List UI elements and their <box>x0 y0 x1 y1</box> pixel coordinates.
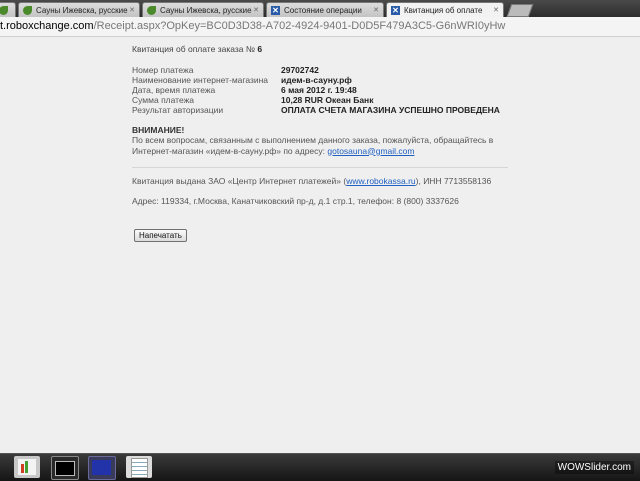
close-icon[interactable]: ✕ <box>492 6 500 14</box>
url-host: t.roboxchange.com <box>0 20 94 32</box>
tab-saunas-1[interactable]: Сауны Ижевска, русские, ✕ <box>18 2 140 17</box>
robokassa-icon: ✕ <box>271 5 280 15</box>
row-value: ОПЛАТА СЧЕТА МАГАЗИНА УСПЕШНО ПРОВЕДЕНА <box>281 105 500 115</box>
row-label: Сумма платежа <box>132 95 195 105</box>
leaf-icon <box>23 5 32 15</box>
tab-saunas-2[interactable]: Сауны Ижевска, русские, ✕ <box>142 2 264 17</box>
tab-label: Квитанция об оплате <box>404 5 483 15</box>
row-value: 10,28 RUR Океан Банк <box>281 95 374 105</box>
tab-label: Состояние операции <box>284 5 362 15</box>
support-email-link[interactable]: gotosauna@gmail.com <box>327 146 414 156</box>
print-button[interactable]: Напечатать <box>134 229 187 242</box>
page-title: Квитанция об оплате заказа № 6 <box>132 44 262 54</box>
tab-label: Сауны Ижевска, русские, <box>160 5 253 15</box>
title-prefix: Квитанция об оплате заказа № <box>132 44 255 54</box>
order-number: 6 <box>257 44 263 54</box>
close-icon[interactable]: ✕ <box>372 6 380 14</box>
issuer-address: Адрес: 119334, г.Москва, Канатчиковский … <box>132 196 459 206</box>
task-manager-icon[interactable] <box>88 456 116 480</box>
robokassa-link[interactable]: www.robokassa.ru <box>346 176 415 186</box>
leaf-icon <box>147 5 156 15</box>
page-content: Квитанция об оплате заказа № 6 Номер пла… <box>0 37 640 453</box>
url-text[interactable]: t.roboxchange.com/Receipt.aspx?OpKey=BC0… <box>0 20 505 32</box>
tab-partial[interactable] <box>0 2 16 17</box>
taskbar: WOWSlider.com <box>0 453 640 481</box>
notice-body: По всем вопросам, связанным с выполнение… <box>132 135 494 156</box>
issuer-text: Квитанция выдана ЗАО «Центр Интернет пла… <box>132 176 492 187</box>
attention-heading: ВНИМАНИЕ! <box>132 125 185 135</box>
tab-label: Сауны Ижевска, русские, <box>36 5 129 15</box>
watermark: WOWSlider.com <box>554 461 634 474</box>
close-icon[interactable]: ✕ <box>252 6 260 14</box>
notice-text: По всем вопросам, связанным с выполнение… <box>132 135 512 156</box>
row-value: 6 мая 2012 г. 19:48 <box>281 85 357 95</box>
tab-receipt[interactable]: ✕ Квитанция об оплате ✕ <box>386 2 504 17</box>
row-label: Результат авторизации <box>132 105 224 115</box>
row-label: Номер платежа <box>132 65 194 75</box>
divider <box>132 167 508 168</box>
row-value: 29702742 <box>281 65 319 75</box>
terminal-icon[interactable] <box>51 456 79 480</box>
new-tab-button[interactable] <box>506 4 534 17</box>
close-icon[interactable]: ✕ <box>128 6 136 14</box>
notepad-icon[interactable] <box>126 456 152 478</box>
issuer-inn: ), ИНН 7713558136 <box>415 176 492 186</box>
robokassa-icon: ✕ <box>391 5 400 15</box>
row-label: Наименование интернет-магазина <box>132 75 269 85</box>
address-bar[interactable]: t.roboxchange.com/Receipt.aspx?OpKey=BC0… <box>0 17 640 37</box>
row-label: Дата, время платежа <box>132 85 216 95</box>
chart-app-icon[interactable] <box>14 456 40 478</box>
row-value: идем-в-сауну.рф <box>281 75 352 85</box>
browser-tab-strip: Сауны Ижевска, русские, ✕ Сауны Ижевска,… <box>0 0 640 17</box>
url-path: /Receipt.aspx?OpKey=BC0D3D38-A702-4924-9… <box>93 20 506 32</box>
issuer-prefix: Квитанция выдана ЗАО «Центр Интернет пла… <box>132 176 347 186</box>
tab-operation-status[interactable]: ✕ Состояние операции ✕ <box>266 2 384 17</box>
leaf-icon <box>0 5 8 15</box>
